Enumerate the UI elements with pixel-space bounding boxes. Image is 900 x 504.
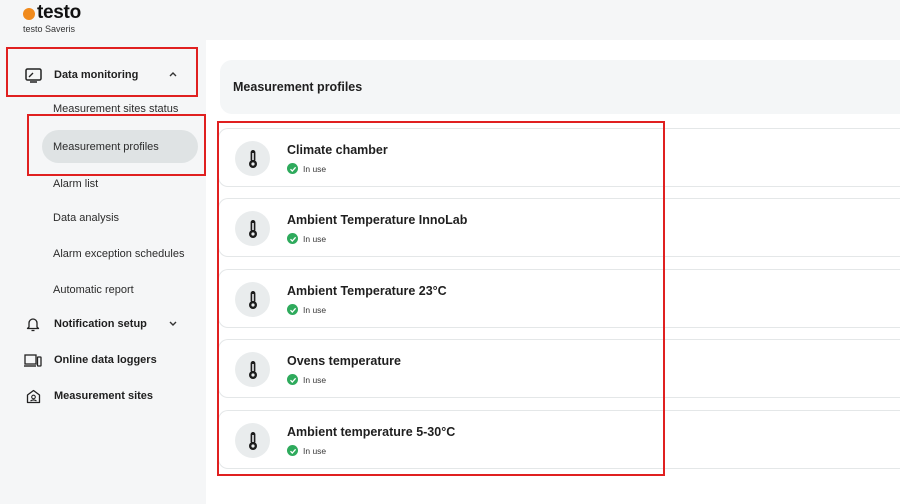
sidebar-item-label: Alarm exception schedules bbox=[53, 247, 185, 260]
page-title: Measurement profiles bbox=[233, 80, 363, 94]
sidebar-group-measurement-sites[interactable]: Measurement sites bbox=[10, 376, 194, 416]
testo-logo[interactable]: testo bbox=[23, 2, 81, 23]
profile-name: Ambient Temperature 23°C bbox=[287, 284, 447, 298]
thermometer-icon bbox=[235, 141, 270, 176]
sidebar-group-label: Measurement sites bbox=[54, 390, 154, 402]
status-text: In use bbox=[303, 445, 327, 456]
profile-card[interactable]: Ambient temperature 5-30°C In use bbox=[218, 410, 900, 469]
bell-icon bbox=[24, 315, 42, 333]
logo-dot-icon bbox=[23, 7, 35, 20]
sidebar-item-alarm-list[interactable]: Alarm list bbox=[42, 167, 198, 200]
sidebar-group-data-monitoring[interactable]: Data monitoring bbox=[10, 55, 194, 95]
sidebar-group-notification-setup[interactable]: Notification setup bbox=[10, 304, 194, 344]
building-site-icon bbox=[24, 387, 42, 405]
check-circle-icon bbox=[287, 233, 298, 244]
page-header: Measurement profiles bbox=[220, 60, 900, 114]
sidebar-item-alarm-exception-schedules[interactable]: Alarm exception schedules bbox=[42, 237, 198, 270]
status-text: In use bbox=[303, 304, 327, 315]
devices-icon bbox=[24, 351, 42, 369]
profile-name: Climate chamber bbox=[287, 143, 388, 157]
chevron-up-icon bbox=[166, 67, 180, 81]
check-circle-icon bbox=[287, 163, 298, 174]
monitor-icon bbox=[24, 66, 42, 84]
top-bar: testo testo Saveris bbox=[0, 0, 900, 40]
thermometer-icon bbox=[235, 211, 270, 246]
sidebar-group-label: Online data loggers bbox=[54, 354, 157, 366]
status-badge: In use bbox=[287, 163, 326, 174]
sidebar-item-measurement-sites-status[interactable]: Measurement sites status bbox=[42, 98, 198, 120]
profile-card[interactable]: Climate chamber In use bbox=[218, 128, 900, 187]
profile-name: Ambient temperature 5-30°C bbox=[287, 425, 456, 439]
thermometer-icon bbox=[235, 423, 270, 458]
status-badge: In use bbox=[287, 233, 326, 244]
sidebar-item-label: Data analysis bbox=[53, 211, 120, 224]
sidebar-item-automatic-report[interactable]: Automatic report bbox=[42, 273, 198, 306]
thermometer-icon bbox=[235, 282, 270, 317]
sidebar-item-data-analysis[interactable]: Data analysis bbox=[42, 201, 198, 234]
thermometer-icon bbox=[235, 352, 270, 387]
chevron-down-icon bbox=[166, 316, 180, 330]
check-circle-icon bbox=[287, 445, 298, 456]
profile-card[interactable]: Ambient Temperature 23°C In use bbox=[218, 269, 900, 328]
sidebar-item-measurement-profiles[interactable]: Measurement profiles bbox=[42, 130, 198, 163]
status-text: In use bbox=[303, 233, 327, 244]
status-text: In use bbox=[303, 374, 327, 385]
status-badge: In use bbox=[287, 445, 326, 456]
brand-name: testo bbox=[37, 2, 81, 23]
sidebar-group-label: Data monitoring bbox=[54, 69, 139, 81]
status-badge: In use bbox=[287, 374, 326, 385]
sidebar-item-label: Alarm list bbox=[53, 177, 99, 190]
status-badge: In use bbox=[287, 304, 326, 315]
profile-name: Ambient Temperature InnoLab bbox=[287, 213, 468, 227]
sidebar-item-label: Measurement profiles bbox=[53, 140, 159, 153]
sidebar-group-label: Notification setup bbox=[54, 318, 147, 330]
status-text: In use bbox=[303, 163, 327, 174]
product-name: testo Saveris bbox=[23, 24, 76, 34]
profile-card[interactable]: Ambient Temperature InnoLab In use bbox=[218, 198, 900, 257]
profile-card[interactable]: Ovens temperature In use bbox=[218, 339, 900, 398]
sidebar-group-online-data-loggers[interactable]: Online data loggers bbox=[10, 340, 194, 380]
profile-name: Ovens temperature bbox=[287, 354, 401, 368]
sidebar-item-label: Automatic report bbox=[53, 283, 134, 296]
check-circle-icon bbox=[287, 304, 298, 315]
check-circle-icon bbox=[287, 374, 298, 385]
sidebar-item-label: Measurement sites status bbox=[53, 103, 179, 115]
